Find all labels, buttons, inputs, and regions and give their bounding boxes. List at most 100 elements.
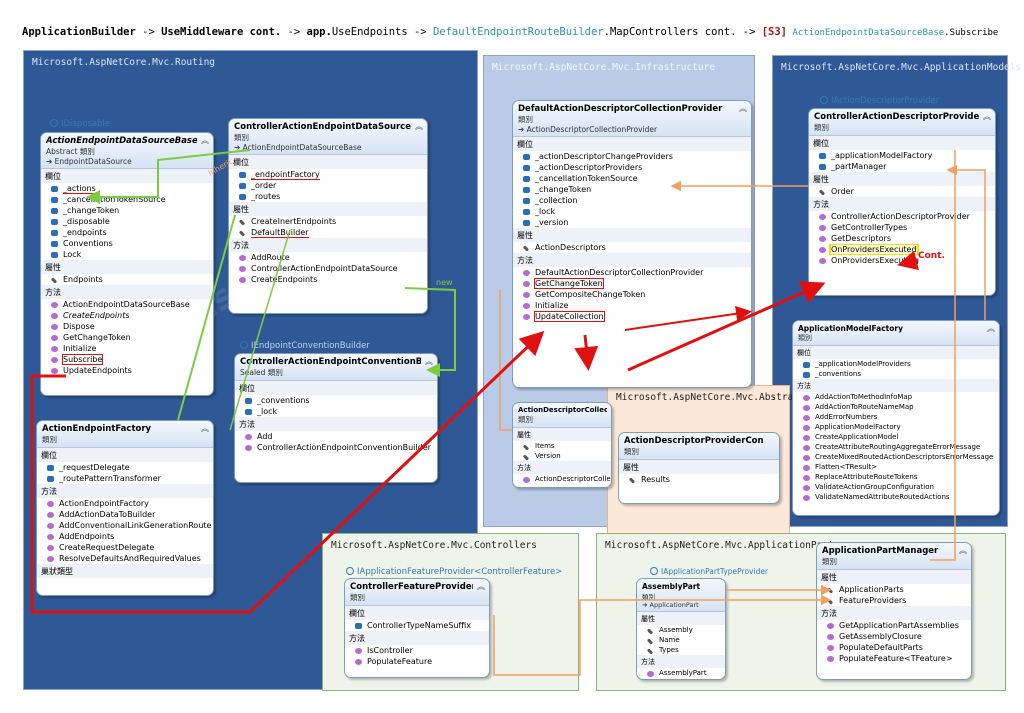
collapse-icon[interactable]: ︽: [477, 581, 485, 592]
section-methods[interactable]: 方法: [37, 484, 213, 498]
wrench-icon: [646, 638, 654, 645]
section-fields[interactable]: 欄位: [809, 136, 995, 150]
member-lock: _lock: [513, 206, 751, 217]
class-assembly-part[interactable]: AssemblyPart 類別 ➔ ApplicationPart 屬性 Ass…: [636, 578, 726, 680]
interface-idisposable: IDisposable: [50, 119, 110, 129]
collapse-icon[interactable]: ︽: [201, 135, 209, 146]
class-kind: 類別: [624, 447, 639, 456]
section-methods[interactable]: 方法: [809, 197, 995, 211]
wrench-icon: [826, 587, 834, 594]
section-properties[interactable]: 屬性: [637, 612, 725, 625]
method-icon: [803, 425, 810, 431]
member-label: GetDescriptors: [831, 234, 891, 243]
class-controller-action-endpoint-convention-builder[interactable]: ControllerActionEndpointConventionBuilde…: [234, 353, 438, 483]
class-header: ActionEndpointFactory 類別 ︽: [37, 421, 213, 448]
field-icon: [245, 398, 252, 404]
member-label: GetAssemblyClosure: [839, 632, 922, 641]
collapse-icon[interactable]: ︽: [987, 323, 995, 334]
class-application-part-manager[interactable]: ApplicationPartManager 類別 ︽ 屬性 Applicati…: [816, 542, 972, 680]
method-icon: [47, 534, 54, 540]
section-methods[interactable]: 方法: [637, 655, 725, 668]
section-fields[interactable]: 欄位: [41, 169, 213, 183]
collapse-icon[interactable]: ︽: [201, 423, 209, 434]
field-icon: [51, 230, 58, 236]
section-methods[interactable]: 方法: [235, 417, 437, 431]
class-application-model-factory[interactable]: ApplicationModelFactory 類別 ︽ 欄位 _applica…: [792, 320, 1000, 516]
member-is-controller: IsController: [345, 645, 489, 656]
section-fields[interactable]: 欄位: [513, 137, 751, 151]
section-fields[interactable]: 欄位: [235, 381, 437, 395]
method-icon: [803, 405, 810, 411]
section-properties[interactable]: 屬性: [809, 172, 995, 186]
collapse-icon[interactable]: ︽: [739, 103, 747, 114]
section-methods[interactable]: 方法: [345, 631, 489, 645]
member-get-descriptors: GetDescriptors: [809, 233, 995, 244]
method-icon: [647, 671, 654, 677]
section-properties[interactable]: 屬性: [513, 428, 611, 441]
class-name: ActionDescriptorCollection: [518, 406, 607, 414]
collapse-icon[interactable]: ︽: [983, 111, 991, 122]
collapse-icon[interactable]: ︽: [425, 356, 433, 367]
constant-icon: [355, 623, 362, 629]
section-fields[interactable]: 欄位: [37, 448, 213, 462]
section-methods[interactable]: 方法: [513, 253, 751, 267]
section-properties[interactable]: 屬性: [41, 260, 213, 274]
section-nested-types[interactable]: 巢狀類型: [37, 564, 213, 578]
class-name: ApplicationModelFactory: [798, 324, 903, 333]
class-name: ActionEndpointFactory: [42, 424, 152, 434]
crumb-app: app.: [306, 26, 332, 38]
class-name: DefaultActionDescriptorCollectionProvide…: [518, 104, 723, 114]
field-icon: [523, 165, 530, 171]
class-controller-action-descriptor-provider[interactable]: ControllerActionDescriptorProvider 類別 ︽ …: [808, 108, 996, 296]
class-action-endpoint-data-source-base[interactable]: ActionEndpointDataSourceBase Abstract 類別…: [40, 132, 214, 396]
class-kind: Sealed 類別: [240, 368, 283, 377]
section-fields[interactable]: 欄位: [229, 155, 427, 169]
class-action-descriptor-provider-context[interactable]: ActionDescriptorProviderContext 類別 屬性 Re…: [618, 432, 780, 504]
section-properties[interactable]: 屬性: [513, 228, 751, 242]
class-controller-feature-provider[interactable]: ControllerFeatureProvider 類別 ︽ 欄位 Contro…: [344, 578, 490, 678]
crumb-map-controllers: .MapControllers cont.: [603, 26, 737, 38]
section-fields[interactable]: 欄位: [793, 346, 999, 359]
class-controller-action-endpoint-data-source[interactable]: ControllerActionEndpointDataSource 類別 ➔ …: [228, 118, 428, 314]
section-properties[interactable]: 屬性: [619, 460, 779, 474]
class-kind: 類別: [814, 123, 829, 132]
class-base: ➔ EndpointDataSource: [46, 157, 132, 166]
section-properties[interactable]: 屬性: [229, 202, 427, 216]
member-populate-default-parts: PopulateDefaultParts: [817, 642, 971, 653]
member-endpoints-field: _endpoints: [41, 227, 213, 238]
member-label: GetApplicationPartAssemblies: [839, 621, 959, 630]
member-label: ActionDescriptors: [535, 243, 606, 252]
member-collection: _collection: [513, 195, 751, 206]
method-icon: [51, 346, 58, 352]
section-properties[interactable]: 屬性: [817, 570, 971, 584]
class-kind: 類別: [234, 133, 249, 142]
member-label: CreateMixedRoutedActionDescriptorsErrorM…: [815, 453, 994, 461]
class-action-endpoint-factory[interactable]: ActionEndpointFactory 類別 ︽ 欄位 _requestDe…: [36, 420, 214, 596]
section-methods[interactable]: 方法: [229, 238, 427, 252]
section-methods[interactable]: 方法: [41, 285, 213, 299]
member-label: _requestDelegate: [59, 463, 130, 472]
member-ctor: DefaultActionDescriptorCollectionProvide…: [513, 267, 751, 278]
section-methods[interactable]: 方法: [513, 461, 611, 474]
member-label: _changeToken: [63, 206, 120, 215]
section-methods[interactable]: 方法: [817, 606, 971, 620]
method-icon: [803, 415, 810, 421]
class-name: ControllerActionEndpointConventionBuilde…: [240, 357, 421, 367]
member-label: AssemblyPart: [659, 669, 707, 677]
method-icon: [803, 465, 810, 471]
member-label: AddActionDataToBuilder: [59, 510, 156, 519]
namespace-title: Microsoft.AspNetCore.Mvc.Controllers: [331, 540, 537, 551]
section-fields[interactable]: 欄位: [345, 606, 489, 620]
collapse-icon[interactable]: ︽: [959, 545, 967, 556]
member-label: _routePatternTransformer: [59, 474, 161, 483]
method-icon: [827, 623, 834, 629]
class-action-descriptor-collection[interactable]: ActionDescriptorCollection 類別 屬性 Items V…: [512, 402, 612, 488]
section-methods[interactable]: 方法: [793, 379, 999, 392]
method-icon: [239, 277, 246, 283]
member-create-endpoints: CreateEndpoints: [41, 310, 213, 321]
class-default-action-descriptor-collection-provider[interactable]: DefaultActionDescriptorCollectionProvide…: [512, 100, 752, 388]
method-icon: [803, 445, 810, 451]
field-icon: [239, 194, 246, 200]
method-icon: [523, 281, 530, 287]
collapse-icon[interactable]: ︽: [415, 121, 423, 132]
